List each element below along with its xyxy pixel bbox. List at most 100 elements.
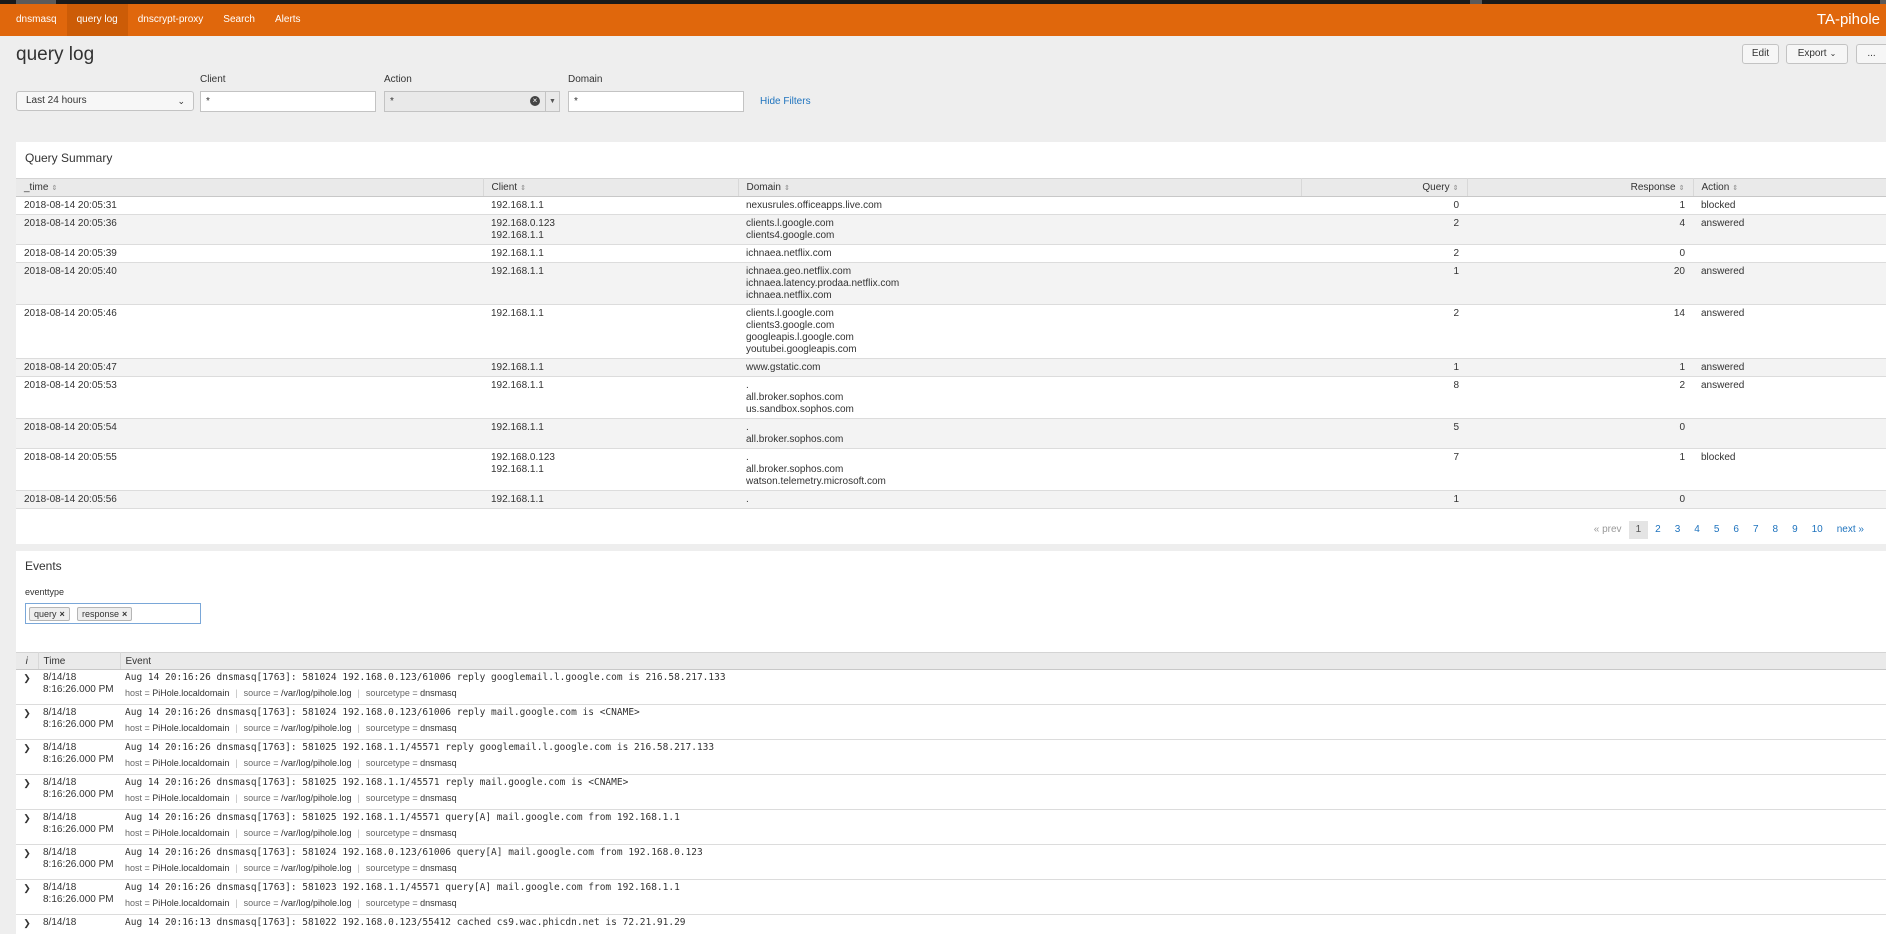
domain-value[interactable]: ichnaea.netflix.com <box>746 290 1293 302</box>
domain-value[interactable]: clients3.google.com <box>746 320 1293 332</box>
cell-response[interactable]: 0 <box>1467 490 1693 509</box>
cell-response[interactable]: 0 <box>1467 244 1693 263</box>
page-link-7[interactable]: 7 <box>1746 521 1766 539</box>
cell-action[interactable]: answered <box>1693 214 1886 245</box>
domain-value[interactable]: clients4.google.com <box>746 230 1293 242</box>
event-raw-text[interactable]: Aug 14 20:16:26 dnsmasq[1763]: 581025 19… <box>125 742 1881 754</box>
domain-value[interactable]: ichnaea.geo.netflix.com <box>746 266 1293 278</box>
client-value[interactable]: 192.168.0.123 <box>491 452 730 464</box>
column-header-client[interactable]: Client ⇕ <box>483 178 739 197</box>
cell-query[interactable]: 2 <box>1301 304 1467 359</box>
domain-value[interactable]: . <box>746 380 1293 392</box>
edit-button[interactable]: Edit <box>1742 44 1779 64</box>
field-source[interactable]: /var/log/pihole.log <box>281 828 352 838</box>
cell-action[interactable] <box>1693 418 1886 449</box>
domain-value[interactable]: youtubei.googleapis.com <box>746 344 1293 356</box>
app-name[interactable]: TA-pihole <box>1817 4 1880 36</box>
field-host[interactable]: PiHole.localdomain <box>152 828 229 838</box>
client-value[interactable]: 192.168.1.1 <box>491 230 730 242</box>
field-sourcetype[interactable]: dnsmasq <box>420 793 457 803</box>
cell-query[interactable]: 1 <box>1301 358 1467 377</box>
action-filter-select[interactable]: * × ▼ <box>384 91 560 112</box>
expand-row-icon[interactable]: ❯ <box>16 774 38 810</box>
cell-response[interactable]: 0 <box>1467 418 1693 449</box>
event-raw-text[interactable]: Aug 14 20:16:26 dnsmasq[1763]: 581024 19… <box>125 672 1881 684</box>
page-link-10[interactable]: 10 <box>1805 521 1830 539</box>
field-sourcetype[interactable]: dnsmasq <box>420 758 457 768</box>
client-value[interactable]: 192.168.1.1 <box>491 362 730 374</box>
domain-value[interactable]: googleapis.l.google.com <box>746 332 1293 344</box>
cell-response[interactable]: 14 <box>1467 304 1693 359</box>
cell-time[interactable]: 2018-08-14 20:05:54 <box>16 418 483 449</box>
cell-action[interactable]: answered <box>1693 376 1886 419</box>
cell-time[interactable]: 2018-08-14 20:05:46 <box>16 304 483 359</box>
cell-query[interactable]: 7 <box>1301 448 1467 491</box>
page-link-9[interactable]: 9 <box>1785 521 1805 539</box>
cell-response[interactable]: 4 <box>1467 214 1693 245</box>
domain-value[interactable]: nexusrules.officeapps.live.com <box>746 200 1293 212</box>
next-page-link[interactable]: next » <box>1830 521 1871 539</box>
column-header-time[interactable]: _time ⇕ <box>16 178 484 197</box>
cell-query[interactable]: 0 <box>1301 196 1467 215</box>
field-sourcetype[interactable]: dnsmasq <box>420 828 457 838</box>
page-link-8[interactable]: 8 <box>1766 521 1786 539</box>
expand-row-icon[interactable]: ❯ <box>16 669 38 705</box>
domain-value[interactable]: ichnaea.latency.prodaa.netflix.com <box>746 278 1293 290</box>
field-host[interactable]: PiHole.localdomain <box>152 898 229 908</box>
cell-action[interactable]: blocked <box>1693 448 1886 491</box>
more-actions-button[interactable]: ... <box>1856 44 1886 64</box>
column-header-query[interactable]: Query ⇕ <box>1301 178 1468 197</box>
field-host[interactable]: PiHole.localdomain <box>152 793 229 803</box>
remove-token-icon[interactable]: × <box>122 609 127 619</box>
field-source[interactable]: /var/log/pihole.log <box>281 723 352 733</box>
field-sourcetype[interactable]: dnsmasq <box>420 863 457 873</box>
cell-time[interactable]: 2018-08-14 20:05:36 <box>16 214 483 245</box>
domain-value[interactable]: all.broker.sophos.com <box>746 464 1293 476</box>
nav-dnsmasq[interactable]: dnsmasq <box>6 4 67 36</box>
cell-time[interactable]: 2018-08-14 20:05:55 <box>16 448 483 491</box>
hide-filters-link[interactable]: Hide Filters <box>760 96 811 107</box>
nav-search[interactable]: Search <box>213 4 265 36</box>
client-value[interactable]: 192.168.1.1 <box>491 494 730 506</box>
domain-value[interactable]: www.gstatic.com <box>746 362 1293 374</box>
expand-row-icon[interactable]: ❯ <box>16 844 38 880</box>
token-query[interactable]: query × <box>29 607 70 621</box>
event-raw-text[interactable]: Aug 14 20:16:26 dnsmasq[1763]: 581023 19… <box>125 882 1881 894</box>
field-source[interactable]: /var/log/pihole.log <box>281 793 352 803</box>
cell-time[interactable]: 2018-08-14 20:05:53 <box>16 376 483 419</box>
event-raw-text[interactable]: Aug 14 20:16:13 dnsmasq[1763]: 581022 19… <box>125 917 1881 929</box>
field-source[interactable]: /var/log/pihole.log <box>281 863 352 873</box>
domain-value[interactable]: . <box>746 494 1293 506</box>
field-host[interactable]: PiHole.localdomain <box>152 863 229 873</box>
page-link-6[interactable]: 6 <box>1726 521 1746 539</box>
cell-time[interactable]: 2018-08-14 20:05:40 <box>16 262 483 305</box>
client-value[interactable]: 192.168.1.1 <box>491 308 730 320</box>
column-header-domain[interactable]: Domain ⇕ <box>738 178 1302 197</box>
page-link-2[interactable]: 2 <box>1648 521 1668 539</box>
column-header-action[interactable]: Action ⇕ <box>1693 178 1886 197</box>
client-value[interactable]: 192.168.1.1 <box>491 464 730 476</box>
token-response[interactable]: response × <box>77 607 133 621</box>
cell-query[interactable]: 2 <box>1301 244 1467 263</box>
cell-query[interactable]: 8 <box>1301 376 1467 419</box>
prev-page-link[interactable]: « prev <box>1587 521 1629 539</box>
remove-token-icon[interactable]: × <box>60 609 65 619</box>
cell-action[interactable] <box>1693 244 1886 263</box>
nav-alerts[interactable]: Alerts <box>265 4 311 36</box>
client-value[interactable]: 192.168.1.1 <box>491 248 730 260</box>
field-host[interactable]: PiHole.localdomain <box>152 688 229 698</box>
export-button[interactable]: Export ⌄ <box>1786 44 1848 64</box>
field-sourcetype[interactable]: dnsmasq <box>420 723 457 733</box>
clear-icon[interactable]: × <box>530 96 540 106</box>
client-value[interactable]: 192.168.1.1 <box>491 380 730 392</box>
domain-value[interactable]: watson.telemetry.microsoft.com <box>746 476 1293 488</box>
cell-response[interactable]: 1 <box>1467 358 1693 377</box>
cell-action[interactable]: answered <box>1693 262 1886 305</box>
cell-action[interactable]: answered <box>1693 304 1886 359</box>
domain-value[interactable]: us.sandbox.sophos.com <box>746 404 1293 416</box>
column-header-response[interactable]: Response ⇕ <box>1467 178 1694 197</box>
domain-value[interactable]: clients.l.google.com <box>746 218 1293 230</box>
expand-row-icon[interactable]: ❯ <box>16 739 38 775</box>
cell-action[interactable] <box>1693 490 1886 509</box>
dropdown-caret-icon[interactable]: ▼ <box>545 92 559 111</box>
